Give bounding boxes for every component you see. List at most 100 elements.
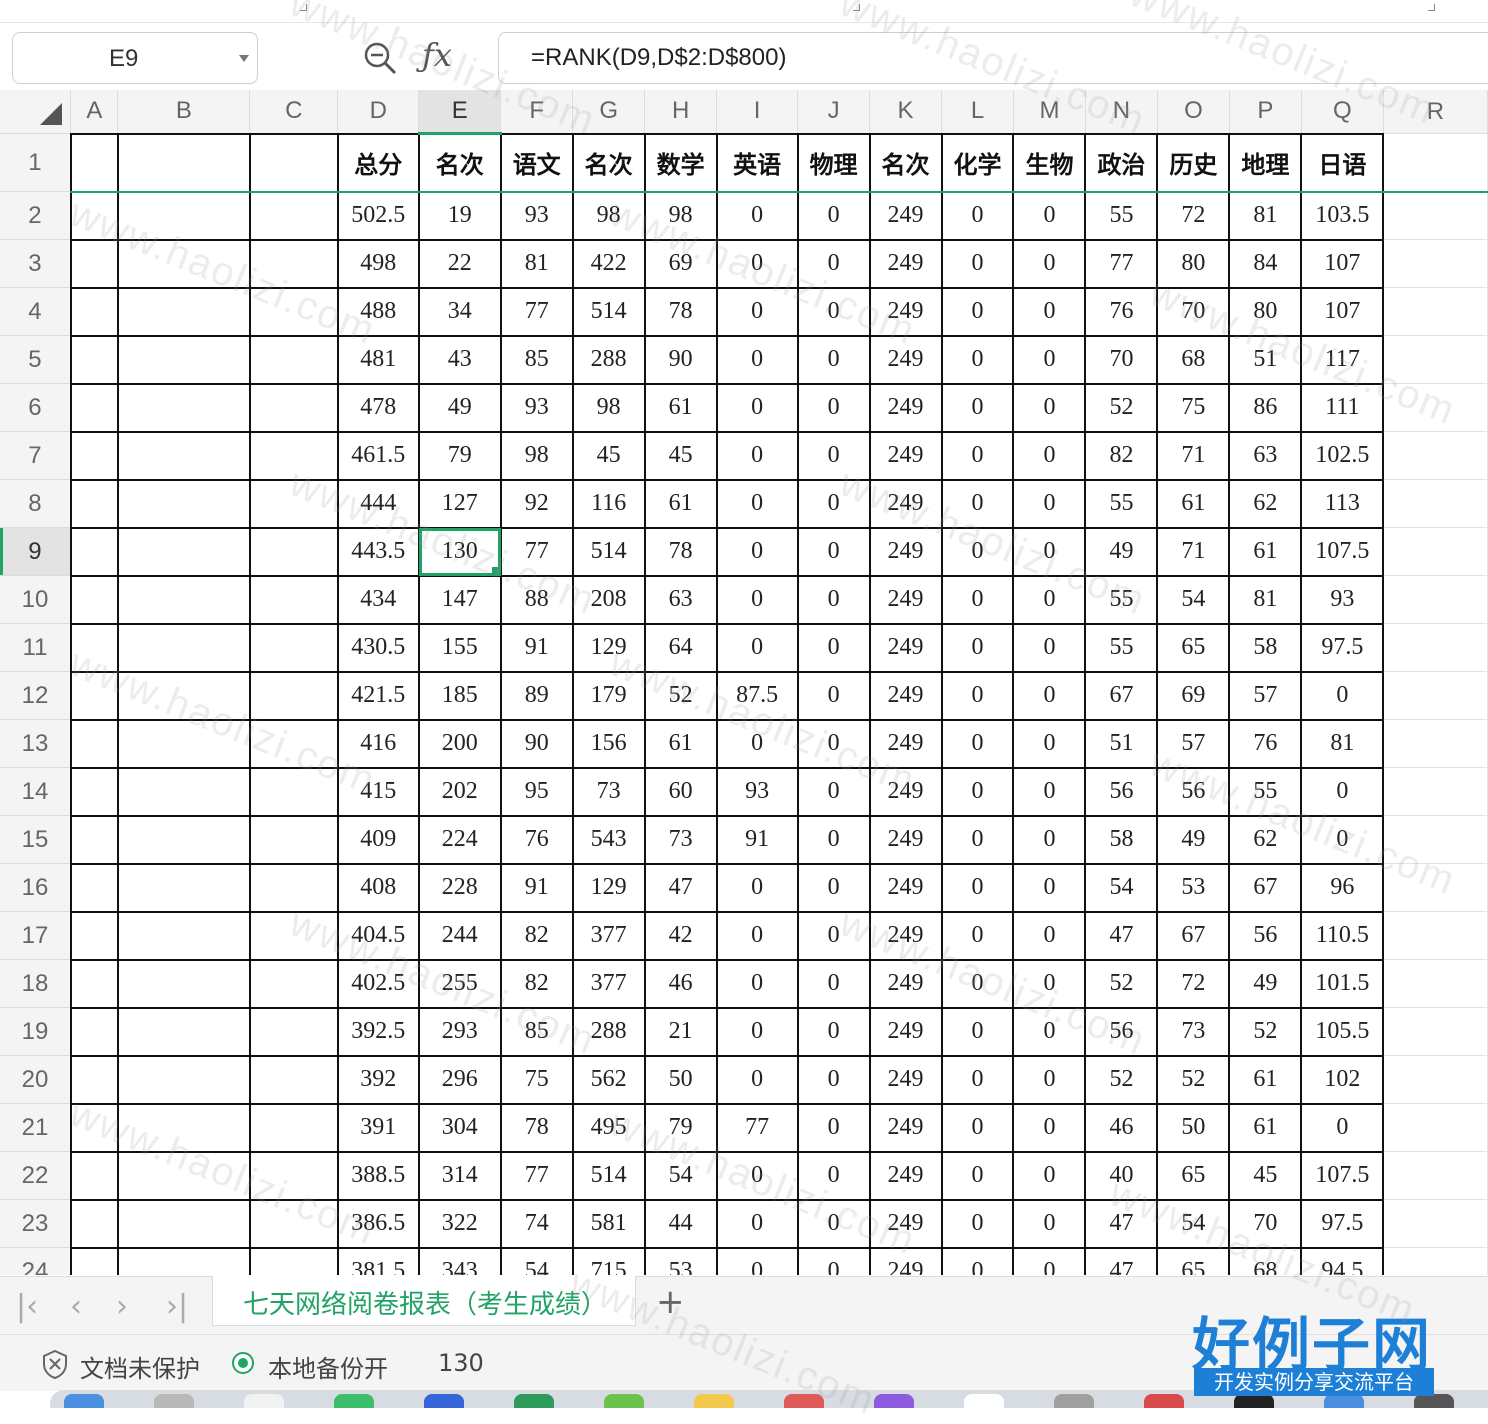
cell[interactable]	[69, 1246, 119, 1275]
cell[interactable]: 0	[715, 574, 799, 625]
cell[interactable]: 56	[1156, 766, 1231, 817]
cell[interactable]: 93	[499, 190, 574, 241]
cell[interactable]: 82	[1084, 430, 1159, 481]
cell[interactable]: 62	[1228, 814, 1303, 865]
cell[interactable]: 228	[417, 862, 502, 913]
cell[interactable]	[116, 478, 251, 529]
cell[interactable]: 249	[868, 958, 943, 1009]
cell[interactable]: 392.5	[336, 1006, 420, 1057]
cell[interactable]: 0	[940, 718, 1015, 769]
row-header[interactable]: 24	[0, 1247, 72, 1275]
cell[interactable]: 47	[1084, 1198, 1159, 1249]
cell[interactable]: 0	[796, 1198, 871, 1249]
cell[interactable]: 54	[499, 1246, 574, 1275]
cell[interactable]: 249	[868, 814, 943, 865]
cell[interactable]	[248, 670, 339, 721]
cell[interactable]: 0	[940, 958, 1015, 1009]
row-header[interactable]: 1	[0, 133, 72, 192]
cell[interactable]: 422	[571, 238, 646, 289]
cell[interactable]: 129	[571, 862, 646, 913]
cell[interactable]	[69, 1054, 119, 1105]
cell[interactable]	[1383, 527, 1488, 576]
cell[interactable]: 304	[417, 1102, 502, 1153]
app-icon[interactable]	[424, 1394, 464, 1408]
column-title-cell[interactable]: 生物	[1012, 132, 1087, 193]
cell[interactable]: 0	[796, 958, 871, 1009]
cell[interactable]	[69, 430, 119, 481]
cell[interactable]: 71	[1156, 430, 1231, 481]
cell[interactable]: 63	[1228, 430, 1303, 481]
cell[interactable]: 155	[417, 622, 502, 673]
row-header[interactable]: 19	[0, 1007, 72, 1056]
cell[interactable]: 92	[499, 478, 574, 529]
column-header-k[interactable]: K	[869, 90, 943, 134]
cell[interactable]: 53	[1156, 862, 1231, 913]
cell[interactable]: 0	[715, 1246, 799, 1275]
cell[interactable]: 0	[940, 1006, 1015, 1057]
column-header-h[interactable]: H	[644, 90, 718, 134]
cell[interactable]	[116, 1102, 251, 1153]
cell[interactable]	[116, 1054, 251, 1105]
cell[interactable]: 91	[499, 862, 574, 913]
cell[interactable]: 103.5	[1300, 190, 1385, 241]
cell[interactable]: 54	[643, 1150, 718, 1201]
cell[interactable]: 47	[1084, 910, 1159, 961]
cell[interactable]: 0	[1012, 670, 1087, 721]
column-title-cell[interactable]: 英语	[715, 132, 799, 193]
cell[interactable]: 102.5	[1300, 430, 1385, 481]
cell[interactable]: 78	[643, 526, 718, 577]
cell[interactable]	[248, 132, 339, 193]
cell[interactable]: 71	[1156, 526, 1231, 577]
cell[interactable]: 52	[1228, 1006, 1303, 1057]
row-header[interactable]: 23	[0, 1199, 72, 1248]
cell[interactable]: 0	[940, 1246, 1015, 1275]
cell[interactable]	[1383, 191, 1488, 240]
cell[interactable]	[248, 862, 339, 913]
cell[interactable]: 0	[1300, 814, 1385, 865]
cell[interactable]: 0	[940, 286, 1015, 337]
row-header[interactable]: 20	[0, 1055, 72, 1104]
cell[interactable]	[1383, 1103, 1488, 1152]
cell[interactable]	[1383, 623, 1488, 672]
cell[interactable]: 0	[1012, 238, 1087, 289]
cell[interactable]	[116, 526, 251, 577]
cell[interactable]: 111	[1300, 382, 1385, 433]
cell[interactable]: 52	[1084, 958, 1159, 1009]
cell[interactable]: 249	[868, 1246, 943, 1275]
cell[interactable]	[248, 766, 339, 817]
cell[interactable]: 84	[1228, 238, 1303, 289]
cell[interactable]: 481	[336, 334, 420, 385]
cell[interactable]: 581	[571, 1198, 646, 1249]
cell[interactable]: 0	[796, 1246, 871, 1275]
cell[interactable]: 249	[868, 1150, 943, 1201]
cell[interactable]: 0	[715, 1054, 799, 1105]
cell[interactable]: 0	[1012, 574, 1087, 625]
cell[interactable]: 49	[1084, 526, 1159, 577]
cell[interactable]: 93	[499, 382, 574, 433]
cell[interactable]: 0	[940, 526, 1015, 577]
cell[interactable]	[116, 1198, 251, 1249]
cell[interactable]	[248, 334, 339, 385]
column-header-b[interactable]: B	[117, 90, 251, 134]
cell[interactable]: 0	[940, 382, 1015, 433]
first-sheet-icon[interactable]: |‹	[16, 1289, 38, 1324]
row-header[interactable]: 2	[0, 191, 72, 240]
cell[interactable]: 81	[1300, 718, 1385, 769]
cell[interactable]: 0	[1012, 1246, 1087, 1275]
cell[interactable]: 249	[868, 1054, 943, 1105]
cell[interactable]: 0	[796, 766, 871, 817]
cell[interactable]	[69, 862, 119, 913]
cell[interactable]: 377	[571, 910, 646, 961]
cell[interactable]	[1383, 1247, 1488, 1275]
cell[interactable]	[116, 574, 251, 625]
cell[interactable]: 61	[643, 718, 718, 769]
cell[interactable]: 65	[1156, 622, 1231, 673]
cell[interactable]: 249	[868, 238, 943, 289]
row-header[interactable]: 7	[0, 431, 72, 480]
cell[interactable]	[1383, 911, 1488, 960]
cell[interactable]: 57	[1228, 670, 1303, 721]
cell[interactable]	[116, 286, 251, 337]
cell[interactable]: 443.5	[336, 526, 420, 577]
column-title-cell[interactable]: 历史	[1156, 132, 1231, 193]
cell[interactable]: 98	[571, 190, 646, 241]
